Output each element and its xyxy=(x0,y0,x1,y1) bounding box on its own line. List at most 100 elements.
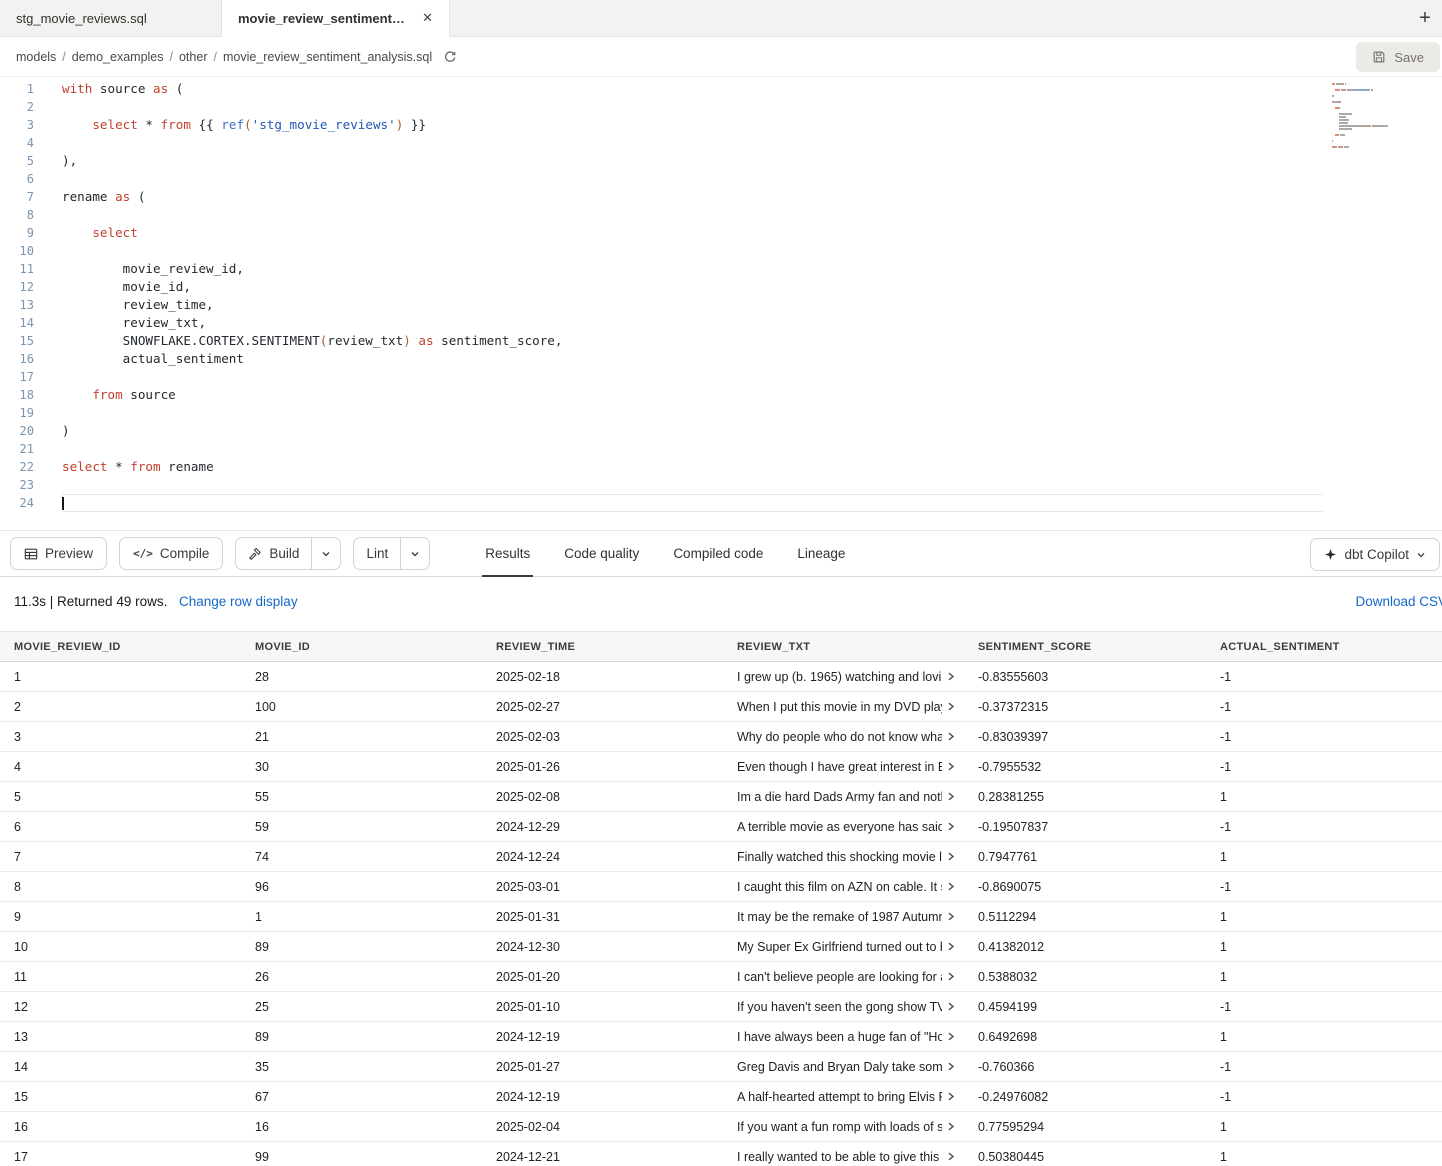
code-line[interactable]: 14 review_txt, xyxy=(0,314,1323,332)
new-tab-button[interactable]: + xyxy=(1408,0,1442,37)
table-cell: -0.83039397 xyxy=(964,722,1206,752)
code-line[interactable]: 7rename as ( xyxy=(0,188,1323,206)
tab-code-quality[interactable]: Code quality xyxy=(547,531,656,576)
tab-compiled-code[interactable]: Compiled code xyxy=(656,531,780,576)
table-cell: 1 xyxy=(1206,842,1442,872)
results-header-row: MOVIE_REVIEW_IDMOVIE_IDREVIEW_TIMEREVIEW… xyxy=(0,632,1442,662)
code-line[interactable]: 9 select xyxy=(0,224,1323,242)
refresh-icon[interactable] xyxy=(442,49,458,65)
breadcrumb-bar: models/demo_examples/other/movie_review_… xyxy=(0,37,1442,77)
column-header-movie_review_id[interactable]: MOVIE_REVIEW_ID xyxy=(0,632,241,662)
table-cell: -1 xyxy=(1206,752,1442,782)
review-text: Greg Davis and Bryan Daly take some … xyxy=(737,1060,942,1074)
review-txt-cell: Why do people who do not know what… xyxy=(723,722,964,752)
column-header-review_txt[interactable]: REVIEW_TXT xyxy=(723,632,964,662)
code-line[interactable]: 22select * from rename xyxy=(0,458,1323,476)
code-line[interactable]: 16 actual_sentiment xyxy=(0,350,1323,368)
code-line[interactable]: 13 review_time, xyxy=(0,296,1323,314)
expand-review-icon[interactable] xyxy=(945,701,956,712)
table-row: 12252025-01-10If you haven't seen the go… xyxy=(0,992,1442,1022)
column-header-actual_sentiment[interactable]: ACTUAL_SENTIMENT xyxy=(1206,632,1442,662)
column-header-movie_id[interactable]: MOVIE_ID xyxy=(241,632,482,662)
expand-review-icon[interactable] xyxy=(945,911,956,922)
table-cell: 1 xyxy=(1206,1142,1442,1166)
breadcrumb-segment[interactable]: other xyxy=(179,50,208,64)
line-number: 1 xyxy=(0,80,46,98)
table-cell: 15 xyxy=(0,1082,241,1112)
dbt-copilot-button[interactable]: dbt Copilot xyxy=(1310,538,1440,571)
expand-review-icon[interactable] xyxy=(945,731,956,742)
expand-review-icon[interactable] xyxy=(945,1061,956,1072)
review-txt-cell: I can't believe people are looking for a… xyxy=(723,962,964,992)
editor-minimap[interactable] xyxy=(1332,83,1416,155)
code-line[interactable]: 11 movie_review_id, xyxy=(0,260,1323,278)
code-line[interactable]: 17 xyxy=(0,368,1323,386)
tab-lineage[interactable]: Lineage xyxy=(780,531,862,576)
build-dropdown-button[interactable] xyxy=(311,538,340,569)
close-tab-icon[interactable]: ✕ xyxy=(422,10,433,26)
download-csv-link[interactable]: Download CSV xyxy=(1355,594,1442,609)
expand-review-icon[interactable] xyxy=(945,671,956,682)
line-number: 13 xyxy=(0,296,46,314)
file-tab-movie-review-sentiment[interactable]: movie_review_sentiment_… ✕ xyxy=(222,0,450,36)
expand-review-icon[interactable] xyxy=(945,1091,956,1102)
breadcrumb-segment[interactable]: movie_review_sentiment_analysis.sql xyxy=(223,50,432,64)
breadcrumb-segment[interactable]: models xyxy=(16,50,56,64)
table-cell: 25 xyxy=(241,992,482,1022)
file-tab-stg-movie-reviews[interactable]: stg_movie_reviews.sql xyxy=(0,0,222,36)
table-cell: 100 xyxy=(241,692,482,722)
expand-review-icon[interactable] xyxy=(945,1121,956,1132)
expand-review-icon[interactable] xyxy=(945,791,956,802)
code-line[interactable]: 4 xyxy=(0,134,1323,152)
expand-review-icon[interactable] xyxy=(945,761,956,772)
code-line[interactable]: 10 xyxy=(0,242,1323,260)
code-line[interactable]: 23 xyxy=(0,476,1323,494)
file-tab-bar: stg_movie_reviews.sql movie_review_senti… xyxy=(0,0,1442,37)
breadcrumb-segment[interactable]: demo_examples xyxy=(72,50,164,64)
table-cell: 2024-12-19 xyxy=(482,1022,723,1052)
file-tab-label: movie_review_sentiment_… xyxy=(238,11,412,26)
build-button[interactable]: Build xyxy=(236,538,311,569)
expand-review-icon[interactable] xyxy=(945,971,956,982)
file-tab-label: stg_movie_reviews.sql xyxy=(16,11,147,26)
code-line[interactable]: 19 xyxy=(0,404,1323,422)
table-cell: 0.5112294 xyxy=(964,902,1206,932)
table-cell: 55 xyxy=(241,782,482,812)
code-line[interactable]: 21 xyxy=(0,440,1323,458)
table-cell: 89 xyxy=(241,1022,482,1052)
change-row-display-link[interactable]: Change row display xyxy=(179,594,298,609)
code-line[interactable]: 24 xyxy=(0,494,1323,512)
code-editor[interactable]: 1with source as (23 select * from {{ ref… xyxy=(0,77,1442,530)
code-line[interactable]: 1with source as ( xyxy=(0,80,1323,98)
expand-review-icon[interactable] xyxy=(945,1151,956,1162)
expand-review-icon[interactable] xyxy=(945,881,956,892)
review-text: When I put this movie in my DVD playe… xyxy=(737,700,942,714)
code-line[interactable]: 12 movie_id, xyxy=(0,278,1323,296)
expand-review-icon[interactable] xyxy=(945,851,956,862)
table-cell: 96 xyxy=(241,872,482,902)
lint-dropdown-button[interactable] xyxy=(400,538,429,569)
column-header-sentiment_score[interactable]: SENTIMENT_SCORE xyxy=(964,632,1206,662)
table-cell: 2025-01-31 xyxy=(482,902,723,932)
code-line[interactable]: 6 xyxy=(0,170,1323,188)
save-button[interactable]: Save xyxy=(1356,42,1440,72)
expand-review-icon[interactable] xyxy=(945,1031,956,1042)
code-line[interactable]: 15 SNOWFLAKE.CORTEX.SENTIMENT(review_txt… xyxy=(0,332,1323,350)
code-line[interactable]: 3 select * from {{ ref('stg_movie_review… xyxy=(0,116,1323,134)
code-line[interactable]: 18 from source xyxy=(0,386,1323,404)
review-txt-cell: A half-hearted attempt to bring Elvis P… xyxy=(723,1082,964,1112)
expand-review-icon[interactable] xyxy=(945,821,956,832)
column-header-review_time[interactable]: REVIEW_TIME xyxy=(482,632,723,662)
code-line[interactable]: 5), xyxy=(0,152,1323,170)
compile-button[interactable]: </> Compile xyxy=(119,537,223,570)
lint-button[interactable]: Lint xyxy=(354,538,400,569)
expand-review-icon[interactable] xyxy=(945,941,956,952)
expand-review-icon[interactable] xyxy=(945,1001,956,1012)
table-cell: 21 xyxy=(241,722,482,752)
preview-button[interactable]: Preview xyxy=(10,537,107,570)
code-text: review_txt, xyxy=(62,314,1323,332)
tab-results[interactable]: Results xyxy=(468,531,547,576)
code-line[interactable]: 20) xyxy=(0,422,1323,440)
code-line[interactable]: 2 xyxy=(0,98,1323,116)
code-line[interactable]: 8 xyxy=(0,206,1323,224)
